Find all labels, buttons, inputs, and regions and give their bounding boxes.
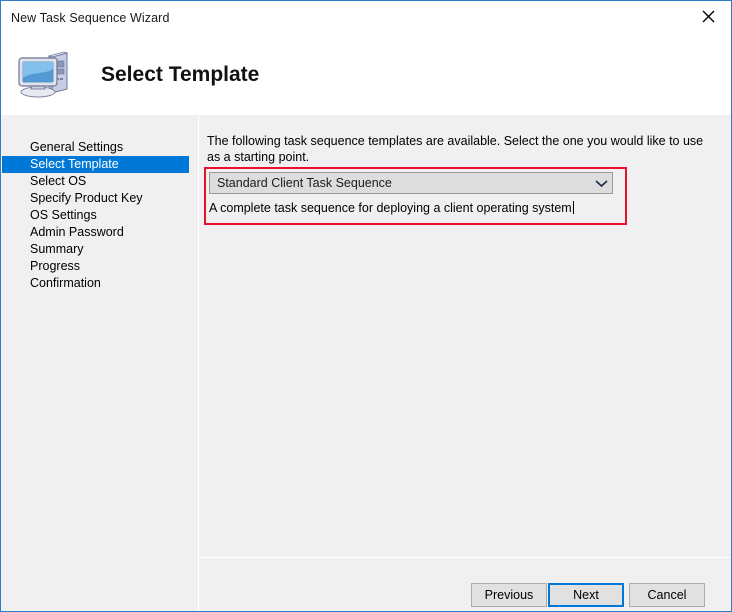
instructions-text: The following task sequence templates ar… [207, 133, 707, 165]
sidebar-item-select-os[interactable]: Select OS [2, 173, 198, 190]
text-caret [573, 201, 574, 214]
wizard-sidebar: General SettingsSelect TemplateSelect OS… [2, 115, 199, 611]
template-dropdown-value: Standard Client Task Sequence [210, 176, 590, 190]
content-pane: The following task sequence templates ar… [199, 115, 731, 611]
sidebar-item-specify-product-key[interactable]: Specify Product Key [2, 190, 198, 207]
close-icon [702, 10, 715, 23]
sidebar-item-select-template[interactable]: Select Template [2, 156, 189, 173]
template-description-text: A complete task sequence for deploying a… [209, 201, 572, 215]
computer-icon [15, 49, 73, 101]
template-description: A complete task sequence for deploying a… [209, 201, 574, 215]
page-header: Select Template [1, 34, 731, 115]
previous-button[interactable]: Previous [471, 583, 547, 607]
cancel-button[interactable]: Cancel [629, 583, 705, 607]
footer-bar: Previous Next Cancel [199, 558, 731, 611]
wizard-step-list: General SettingsSelect TemplateSelect OS… [2, 139, 198, 292]
chevron-down-icon [590, 179, 612, 188]
sidebar-item-os-settings[interactable]: OS Settings [2, 207, 198, 224]
sidebar-item-admin-password[interactable]: Admin Password [2, 224, 198, 241]
window-title: New Task Sequence Wizard [11, 11, 170, 25]
wizard-window: New Task Sequence Wizard [0, 0, 732, 612]
body-area: General SettingsSelect TemplateSelect OS… [1, 115, 731, 611]
page-title: Select Template [101, 63, 259, 87]
template-dropdown[interactable]: Standard Client Task Sequence [209, 172, 613, 194]
sidebar-item-summary[interactable]: Summary [2, 241, 198, 258]
sidebar-item-general-settings[interactable]: General Settings [2, 139, 198, 156]
close-button[interactable] [685, 1, 731, 32]
sidebar-item-confirmation[interactable]: Confirmation [2, 275, 198, 292]
next-button[interactable]: Next [548, 583, 624, 607]
title-bar: New Task Sequence Wizard [1, 1, 731, 34]
sidebar-item-progress[interactable]: Progress [2, 258, 198, 275]
